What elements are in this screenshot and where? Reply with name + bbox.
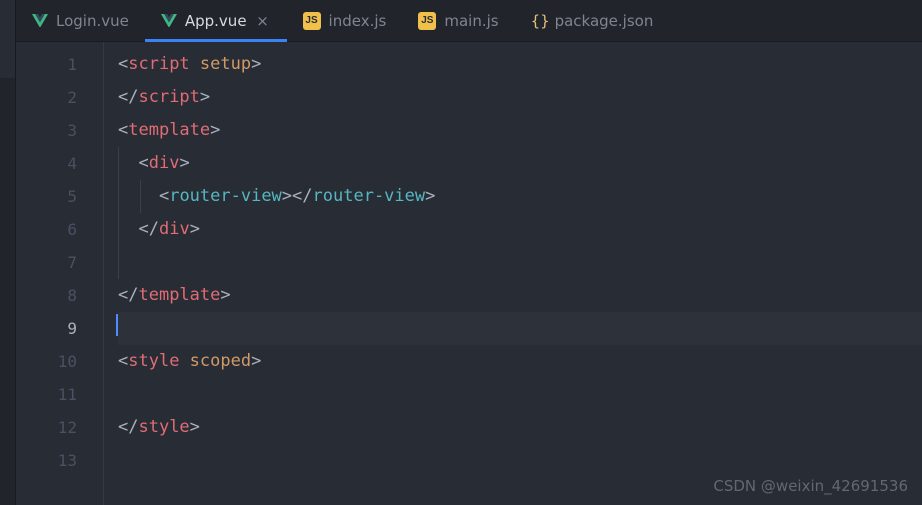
code-line — [118, 378, 922, 411]
line-number: 4 — [16, 147, 77, 180]
code-line: </script> — [118, 81, 922, 114]
code-line: <div> — [118, 147, 922, 180]
tab-login-vue[interactable]: Login.vue — [16, 0, 145, 41]
tab-app-vue[interactable]: App.vue × — [145, 0, 287, 41]
line-number: 10 — [16, 345, 77, 378]
editor-main: Login.vue App.vue × JS index.js JS main.… — [16, 0, 922, 505]
js-icon: JS — [303, 12, 321, 30]
line-number: 6 — [16, 213, 77, 246]
vue-icon — [32, 14, 48, 28]
line-number-gutter: 1 2 3 4 5 6 7 8 9 10 11 12 13 — [16, 42, 104, 505]
code-line-current — [118, 312, 922, 345]
code-line: </style> — [118, 411, 922, 444]
tab-bar: Login.vue App.vue × JS index.js JS main.… — [16, 0, 922, 42]
text-cursor — [116, 314, 118, 336]
line-number: 3 — [16, 114, 77, 147]
tab-label: App.vue — [185, 12, 247, 30]
line-number: 9 — [16, 312, 77, 345]
code-line — [118, 444, 922, 477]
code-editor[interactable]: 1 2 3 4 5 6 7 8 9 10 11 12 13 <script se… — [16, 42, 922, 505]
line-number: 5 — [16, 180, 77, 213]
editor-window: Login.vue App.vue × JS index.js JS main.… — [0, 0, 922, 505]
code-line: <style scoped> — [118, 345, 922, 378]
line-number: 2 — [16, 81, 77, 114]
vue-icon — [161, 14, 177, 28]
code-area[interactable]: <script setup> </script> <template> <div… — [104, 42, 922, 505]
tab-index-js[interactable]: JS index.js — [287, 0, 403, 41]
close-icon[interactable]: × — [255, 12, 271, 30]
tab-label: Login.vue — [56, 12, 129, 30]
js-icon: JS — [418, 12, 436, 30]
code-line: </template> — [118, 279, 922, 312]
code-line: </div> — [118, 213, 922, 246]
line-number: 7 — [16, 246, 77, 279]
code-line — [118, 246, 922, 279]
json-icon: {} — [531, 12, 547, 30]
line-number: 13 — [16, 444, 77, 477]
line-number: 8 — [16, 279, 77, 312]
tab-label: index.js — [329, 12, 387, 30]
watermark-text: CSDN @weixin_42691536 — [713, 477, 908, 495]
tab-label: main.js — [444, 12, 498, 30]
line-number: 12 — [16, 411, 77, 444]
line-number: 1 — [16, 48, 77, 81]
line-number: 11 — [16, 378, 77, 411]
code-line: <router-view></router-view> — [118, 180, 922, 213]
tab-label: package.json — [555, 12, 654, 30]
code-line: <script setup> — [118, 48, 922, 81]
tab-main-js[interactable]: JS main.js — [402, 0, 514, 41]
code-line: <template> — [118, 114, 922, 147]
tab-package-json[interactable]: {} package.json — [515, 0, 670, 41]
left-gutter-strip — [0, 0, 16, 505]
